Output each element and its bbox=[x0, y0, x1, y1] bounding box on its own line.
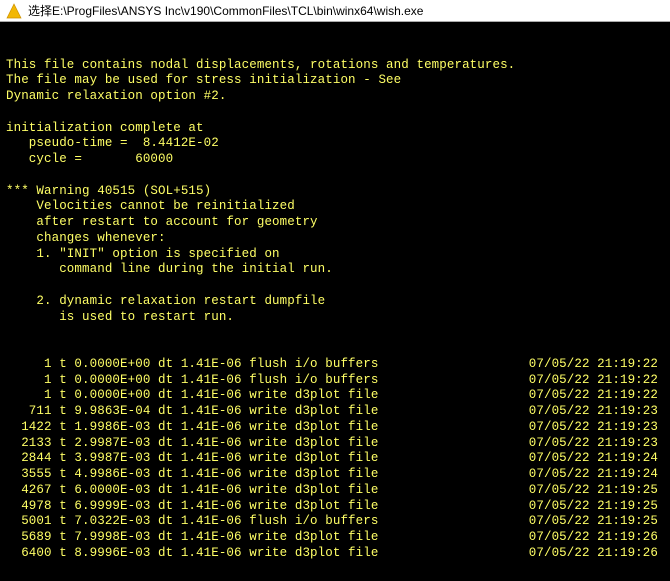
console-line: changes whenever: bbox=[6, 231, 664, 247]
log-timestamp: 07/05/22 21:19:23 bbox=[489, 420, 664, 436]
log-row: 1 t 0.0000E+00 dt 1.41E-06 flush i/o buf… bbox=[6, 357, 664, 373]
log-row: 4267 t 6.0000E-03 dt 1.41E-06 write d3pl… bbox=[6, 483, 664, 499]
console-line bbox=[6, 278, 664, 294]
console-line: cycle = 60000 bbox=[6, 152, 664, 168]
console-log: 1 t 0.0000E+00 dt 1.41E-06 flush i/o buf… bbox=[6, 357, 664, 562]
console-line: 1. "INIT" option is specified on bbox=[6, 247, 664, 263]
log-left: 1422 t 1.9986E-03 dt 1.41E-06 write d3pl… bbox=[6, 420, 378, 436]
log-timestamp: 07/05/22 21:19:23 bbox=[489, 404, 664, 420]
log-row: 4978 t 6.9999E-03 dt 1.41E-06 write d3pl… bbox=[6, 499, 664, 515]
log-left: 3555 t 4.9986E-03 dt 1.41E-06 write d3pl… bbox=[6, 467, 378, 483]
console-output: This file contains nodal displacements, … bbox=[0, 22, 670, 581]
log-row: 711 t 9.9863E-04 dt 1.41E-06 write d3plo… bbox=[6, 404, 664, 420]
log-row: 6400 t 8.9996E-03 dt 1.41E-06 write d3pl… bbox=[6, 546, 664, 562]
log-left: 1 t 0.0000E+00 dt 1.41E-06 write d3plot … bbox=[6, 388, 378, 404]
log-row: 2844 t 3.9987E-03 dt 1.41E-06 write d3pl… bbox=[6, 451, 664, 467]
log-left: 4267 t 6.0000E-03 dt 1.41E-06 write d3pl… bbox=[6, 483, 378, 499]
window-title: 选择E:\ProgFiles\ANSYS Inc\v190\CommonFile… bbox=[28, 2, 423, 19]
console-line: *** Warning 40515 (SOL+515) bbox=[6, 184, 664, 200]
log-timestamp: 07/05/22 21:19:26 bbox=[489, 546, 664, 562]
console-line: pseudo-time = 8.4412E-02 bbox=[6, 136, 664, 152]
log-row: 1 t 0.0000E+00 dt 1.41E-06 write d3plot … bbox=[6, 388, 664, 404]
console-line: Velocities cannot be reinitialized bbox=[6, 199, 664, 215]
log-left: 2844 t 3.9987E-03 dt 1.41E-06 write d3pl… bbox=[6, 451, 378, 467]
log-timestamp: 07/05/22 21:19:26 bbox=[489, 530, 664, 546]
console-line: This file contains nodal displacements, … bbox=[6, 58, 664, 74]
log-row: 2133 t 2.9987E-03 dt 1.41E-06 write d3pl… bbox=[6, 436, 664, 452]
console-line bbox=[6, 105, 664, 121]
console-line: The file may be used for stress initiali… bbox=[6, 73, 664, 89]
log-timestamp: 07/05/22 21:19:22 bbox=[489, 357, 664, 373]
log-left: 5001 t 7.0322E-03 dt 1.41E-06 flush i/o … bbox=[6, 514, 378, 530]
log-timestamp: 07/05/22 21:19:25 bbox=[489, 514, 664, 530]
log-row: 5001 t 7.0322E-03 dt 1.41E-06 flush i/o … bbox=[6, 514, 664, 530]
log-row: 1422 t 1.9986E-03 dt 1.41E-06 write d3pl… bbox=[6, 420, 664, 436]
window-titlebar: 选择E:\ProgFiles\ANSYS Inc\v190\CommonFile… bbox=[0, 0, 670, 22]
log-timestamp: 07/05/22 21:19:23 bbox=[489, 436, 664, 452]
console-line: initialization complete at bbox=[6, 121, 664, 137]
log-timestamp: 07/05/22 21:19:22 bbox=[489, 373, 664, 389]
log-timestamp: 07/05/22 21:19:24 bbox=[489, 467, 664, 483]
console-line bbox=[6, 168, 664, 184]
console-line: command line during the initial run. bbox=[6, 262, 664, 278]
log-left: 1 t 0.0000E+00 dt 1.41E-06 flush i/o buf… bbox=[6, 373, 378, 389]
console-line: after restart to account for geometry bbox=[6, 215, 664, 231]
ansys-icon bbox=[6, 3, 22, 19]
log-timestamp: 07/05/22 21:19:25 bbox=[489, 483, 664, 499]
log-row: 3555 t 4.9986E-03 dt 1.41E-06 write d3pl… bbox=[6, 467, 664, 483]
log-left: 6400 t 8.9996E-03 dt 1.41E-06 write d3pl… bbox=[6, 546, 378, 562]
log-left: 5689 t 7.9998E-03 dt 1.41E-06 write d3pl… bbox=[6, 530, 378, 546]
log-row: 1 t 0.0000E+00 dt 1.41E-06 flush i/o buf… bbox=[6, 373, 664, 389]
console-line: is used to restart run. bbox=[6, 310, 664, 326]
log-timestamp: 07/05/22 21:19:25 bbox=[489, 499, 664, 515]
console-line: Dynamic relaxation option #2. bbox=[6, 89, 664, 105]
log-row: 5689 t 7.9998E-03 dt 1.41E-06 write d3pl… bbox=[6, 530, 664, 546]
log-left: 4978 t 6.9999E-03 dt 1.41E-06 write d3pl… bbox=[6, 499, 378, 515]
log-left: 1 t 0.0000E+00 dt 1.41E-06 flush i/o buf… bbox=[6, 357, 378, 373]
console-line: 2. dynamic relaxation restart dumpfile bbox=[6, 294, 664, 310]
log-left: 2133 t 2.9987E-03 dt 1.41E-06 write d3pl… bbox=[6, 436, 378, 452]
log-left: 711 t 9.9863E-04 dt 1.41E-06 write d3plo… bbox=[6, 404, 378, 420]
log-timestamp: 07/05/22 21:19:22 bbox=[489, 388, 664, 404]
console-header: This file contains nodal displacements, … bbox=[6, 58, 664, 326]
log-timestamp: 07/05/22 21:19:24 bbox=[489, 451, 664, 467]
